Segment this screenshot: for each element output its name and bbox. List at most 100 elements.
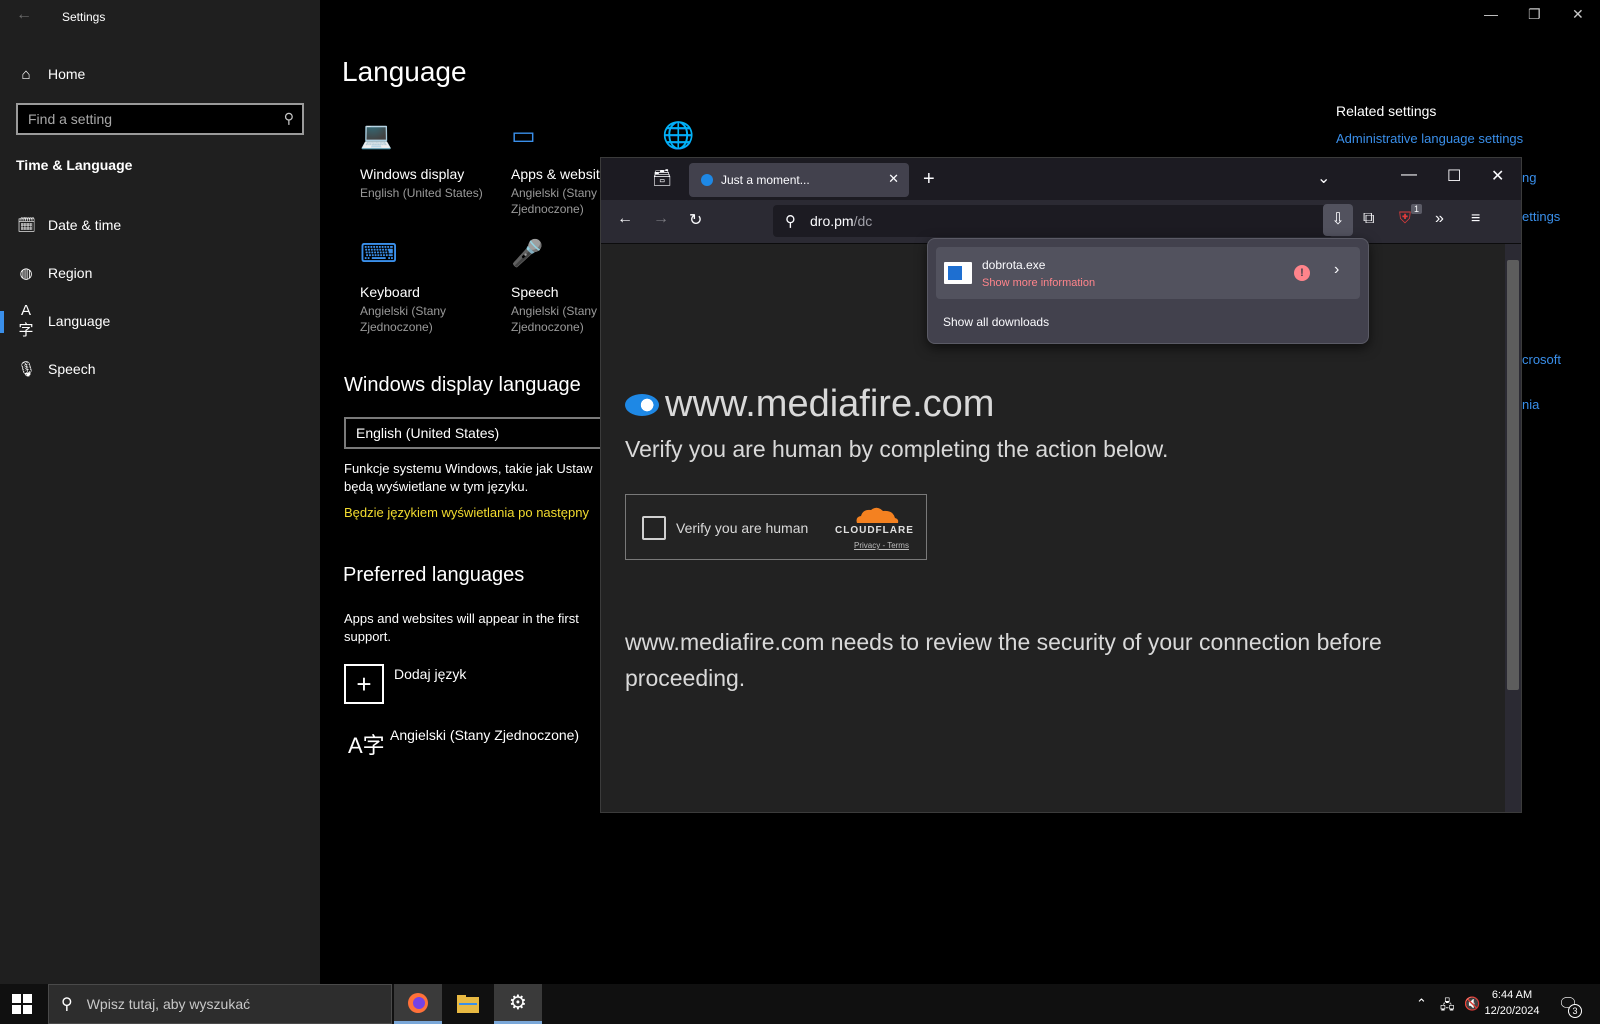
taskbar-search-input[interactable]: ⚲ Wpisz tutaj, aby wyszukać (48, 984, 392, 1024)
tile-sub: Angielski (Stany Zjednoczone) (360, 304, 447, 334)
tab-just-a-moment[interactable]: Just a moment... ✕ (689, 163, 909, 197)
window-icon: ▭ (511, 120, 536, 150)
admin-language-link[interactable]: Administrative language settings (1336, 131, 1523, 146)
speaker-muted-icon[interactable]: 🔇 (1464, 996, 1480, 1012)
tab-title: Just a moment... (721, 173, 810, 187)
url-bar[interactable]: ⚲ dro.pm/dc (773, 205, 1333, 237)
settings-search-input[interactable]: Find a setting ⚲ (16, 103, 304, 135)
close-icon[interactable]: ✕ (1572, 6, 1584, 23)
nav-language[interactable]: A字 Language (0, 301, 320, 341)
preferred-languages-heading: Preferred languages (343, 564, 525, 586)
display-language-desc-2: będą wyświetlane w tym języku. (344, 479, 529, 494)
download-item[interactable]: dobrota.exe Show more information ! › (936, 247, 1360, 299)
nav-label: Language (48, 313, 111, 329)
microphone-icon: 🎤 (511, 238, 544, 268)
settings-taskbar-icon[interactable]: ⚙ (494, 984, 542, 1024)
forward-arrow-icon[interactable]: → (653, 210, 669, 228)
back-arrow-icon[interactable]: ← (617, 210, 633, 228)
page-title: Language (342, 56, 467, 87)
display-language-select[interactable]: English (United States) (344, 417, 604, 449)
nav-speech[interactable]: 🎙 Speech (0, 349, 320, 389)
tile-apps-websites[interactable]: ▭ Apps & websit Angielski (Stany Zjednoc… (511, 120, 601, 217)
downloads-panel: dobrota.exe Show more information ! › Sh… (927, 238, 1369, 344)
display-language-desc: Funkcje systemu Windows, takie jak Ustaw (344, 461, 593, 476)
nav-label: Region (48, 265, 93, 281)
security-review-text: www.mediafire.com needs to review the se… (625, 629, 1382, 691)
nav-home-label: Home (48, 66, 86, 82)
extensions-puzzle-icon[interactable]: ⧉ (1363, 210, 1374, 228)
folder-icon (457, 995, 479, 1013)
hamburger-menu-icon[interactable]: ≡ (1471, 210, 1480, 228)
restore-icon[interactable]: ❐ (1528, 6, 1541, 23)
tab-list-chevron-icon[interactable]: ⌄ (1317, 168, 1330, 188)
tile-sub: English (United States) (360, 186, 483, 200)
file-explorer-taskbar-icon[interactable] (444, 984, 492, 1024)
installed-language[interactable]: Angielski (Stany Zjednoczone) (390, 727, 579, 743)
settings-sidebar: ← Settings ⌂ Home Find a setting ⚲ Time … (0, 0, 320, 984)
verify-heading: Verify you are human by completing the a… (625, 436, 1169, 462)
verify-checkbox[interactable] (642, 516, 666, 540)
search-placeholder: Find a setting (28, 111, 113, 127)
mediafire-logo-icon (625, 394, 659, 416)
page-scrollbar[interactable] (1507, 260, 1519, 690)
maximize-icon[interactable]: ☐ (1447, 166, 1461, 186)
tab-close-icon[interactable]: ✕ (888, 171, 899, 187)
firefox-view-icon[interactable]: 🗃 (652, 168, 672, 188)
firefox-logo-icon (408, 992, 428, 1013)
search-icon: ⚲ (61, 996, 73, 1013)
search-icon: ⚲ (785, 213, 796, 230)
nav-date-time[interactable]: 🗓 Date & time (0, 205, 320, 245)
new-tab-icon[interactable]: + (923, 168, 935, 191)
url-host: dro.pm (810, 213, 854, 229)
related-link-3[interactable]: ettings (1522, 209, 1560, 224)
nav-label: Date & time (48, 217, 122, 233)
chevron-right-icon[interactable]: › (1334, 261, 1339, 279)
overflow-chevrons-icon[interactable]: » (1435, 210, 1444, 228)
tile-regional[interactable]: 🌐 (662, 120, 702, 160)
tile-speech[interactable]: 🎤 Speech Angielski (Stany Zjednoczone) (511, 238, 601, 335)
cloudflare-turnstile-widget: Verify you are human CLOUDFLARE Privacy … (625, 494, 927, 560)
related-link-2[interactable]: ng (1522, 170, 1536, 185)
tile-sub: Angielski (Stany Zjednoczone) (511, 304, 598, 334)
globe-icon: 🌐 (662, 120, 695, 150)
minimize-icon[interactable]: — (1484, 6, 1498, 22)
tab-bar: 🗃 Just a moment... ✕ + ⌄ — ☐ ✕ (601, 158, 1521, 200)
nav-region[interactable]: ◍ Region (0, 253, 320, 293)
tile-windows-display[interactable]: 💻 Windows display English (United States… (360, 120, 500, 201)
add-language-label[interactable]: Dodaj język (394, 666, 466, 682)
back-arrow-icon[interactable]: ← (16, 6, 32, 24)
add-language-button[interactable]: + (344, 664, 384, 704)
verify-checkbox-label[interactable]: Verify you are human (676, 520, 808, 536)
tile-name: Speech (511, 284, 559, 300)
cloudflare-brand: CLOUDFLARE (835, 525, 914, 536)
downloads-icon[interactable]: ⇩ (1323, 204, 1353, 236)
preferred-desc-2: support. (344, 629, 391, 644)
warning-icon: ! (1294, 265, 1310, 281)
url-path: /dc (853, 213, 873, 229)
download-more-info[interactable]: Show more information (982, 277, 1095, 289)
nav-home[interactable]: ⌂ Home (0, 54, 320, 94)
minimize-icon[interactable]: — (1401, 166, 1417, 184)
tile-name: Windows display (360, 166, 465, 182)
close-icon[interactable]: ✕ (1491, 166, 1504, 186)
tray-chevron-up-icon[interactable]: ⌃ (1416, 996, 1427, 1012)
firefox-taskbar-icon[interactable] (394, 984, 442, 1024)
ublock-shield-icon[interactable]: ⛨ (1399, 210, 1411, 228)
show-all-downloads-button[interactable]: Show all downloads (943, 315, 1049, 329)
reload-icon[interactable]: ↻ (689, 210, 702, 230)
language-icon: A字 (18, 302, 34, 339)
related-link-5[interactable]: nia (1522, 397, 1539, 412)
related-link-4[interactable]: crosoft (1522, 352, 1561, 367)
nav-label: Speech (48, 361, 96, 377)
tile-name: Apps & websit (511, 166, 600, 182)
search-icon[interactable]: ⚲ (284, 110, 294, 127)
cloudflare-privacy-terms-links[interactable]: Privacy - Terms (854, 541, 909, 550)
windows-start-icon[interactable] (12, 994, 32, 1014)
exe-file-icon (944, 262, 972, 284)
tile-keyboard[interactable]: ⌨ Keyboard Angielski (Stany Zjednoczone) (360, 238, 490, 335)
laptop-icon: 💻 (360, 120, 393, 150)
taskbar-clock[interactable]: 6:44 AM 12/20/2024 (1482, 987, 1542, 1019)
plus-icon: + (356, 668, 372, 699)
calendar-clock-icon: 🗓 (17, 217, 37, 234)
network-icon[interactable]: 🖧 (1440, 996, 1455, 1018)
